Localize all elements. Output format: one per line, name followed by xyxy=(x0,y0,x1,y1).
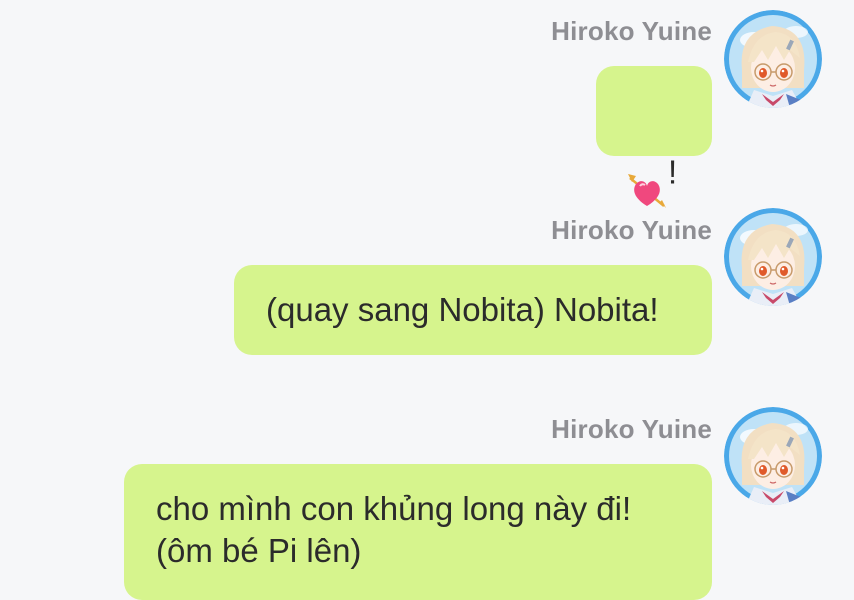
avatar-image xyxy=(724,10,822,108)
message-bubble[interactable]: (quay sang Nobita) Nobita! xyxy=(234,265,712,355)
avatar-image xyxy=(724,407,822,505)
sender-name: Hiroko Yuine xyxy=(551,16,712,46)
message-group: Hiroko Yuine (quay sang Nobita) Nobita! xyxy=(62,208,822,358)
avatar-image xyxy=(724,208,822,306)
message-bubble[interactable]: ! xyxy=(596,66,712,208)
message-group: Hiroko Yuine ! xyxy=(62,10,822,208)
avatar[interactable] xyxy=(724,208,822,306)
sender-name: Hiroko Yuine xyxy=(551,215,712,245)
message-text: ! xyxy=(668,153,678,191)
chat-thread: Hiroko Yuine ! Hiroko Yuine (quay sang N… xyxy=(0,0,854,600)
message-group: Hiroko Yuine cho mình con khủng long này… xyxy=(62,407,822,600)
avatar[interactable] xyxy=(724,407,822,505)
message-bubble[interactable]: cho mình con khủng long này đi! (ôm bé P… xyxy=(124,464,712,600)
avatar[interactable] xyxy=(724,10,822,108)
sender-name: Hiroko Yuine xyxy=(551,414,712,444)
